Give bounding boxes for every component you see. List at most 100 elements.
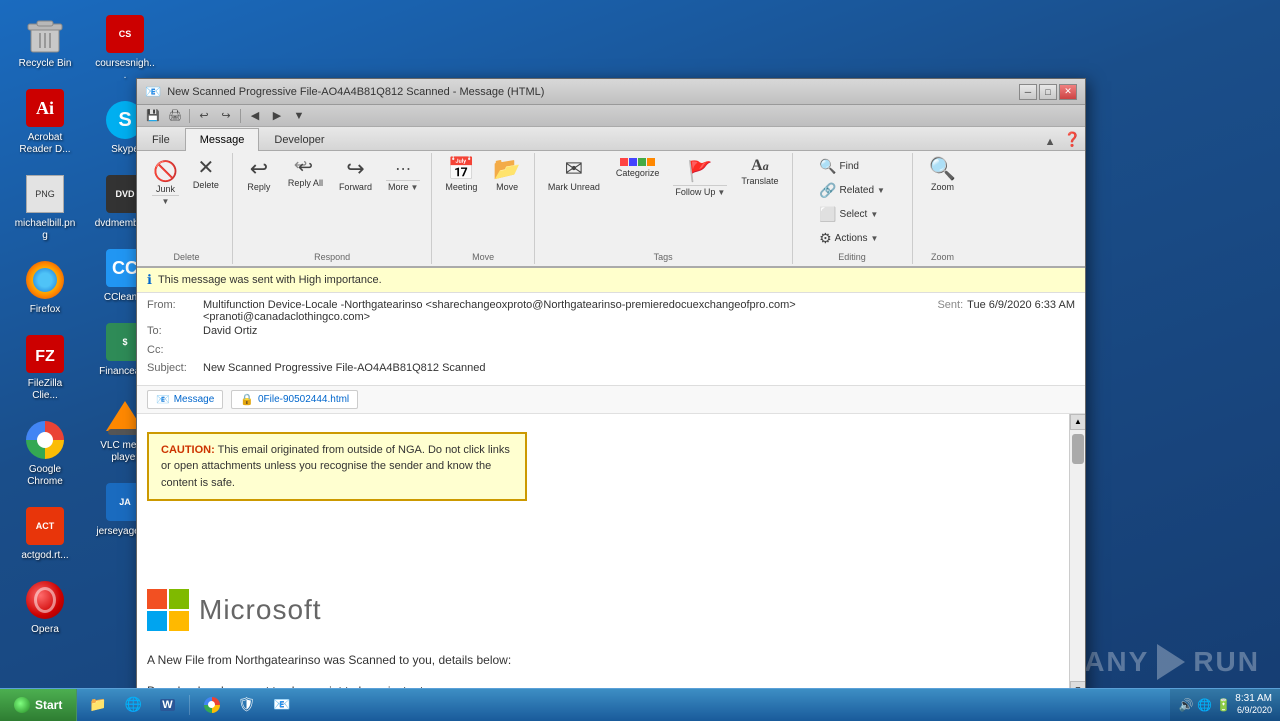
actions-button[interactable]: ⚙ Actions ▼	[814, 227, 890, 250]
nav-back-btn[interactable]: ◀	[245, 107, 265, 125]
taskbar-explorer[interactable]: 📁	[81, 692, 114, 718]
taskbar: Start 📁 🌐 W 🛡 📧	[0, 688, 1280, 720]
respond-group-content: ↩ Reply ↩ ↩ Reply All ↪ Forward	[239, 155, 425, 250]
recycle-bin-label: Recycle Bin	[19, 58, 72, 70]
reply-all-button[interactable]: ↩ ↩ Reply All	[281, 155, 330, 191]
mark-unread-button[interactable]: ✉ Mark Unread	[541, 155, 607, 195]
opera-icon[interactable]: Opera	[10, 576, 80, 640]
taskbar-security[interactable]: 🛡	[230, 692, 264, 718]
scroll-thumb[interactable]	[1072, 434, 1084, 464]
message-area: ℹ This message was sent with High import…	[137, 268, 1085, 697]
opera-label: Opera	[31, 624, 59, 636]
taskbar-outlook[interactable]: 📧	[265, 692, 298, 718]
recycle-bin-icon[interactable]: Recycle Bin	[10, 10, 80, 74]
tab-file[interactable]: File	[137, 128, 185, 151]
message-tab-icon: 📧	[156, 393, 170, 406]
tray-network-icon[interactable]: 🔊	[1178, 698, 1193, 712]
respond-group-label: Respond	[314, 252, 350, 262]
window-title: New Scanned Progressive File-AO4A4B81Q81…	[167, 86, 544, 98]
taskbar-items: 📁 🌐 W 🛡 📧	[77, 692, 1170, 718]
sent-value: Tue 6/9/2020 6:33 AM	[967, 299, 1075, 311]
tab-message[interactable]: Message	[185, 128, 260, 151]
ribbon-group-delete: 🚫 Junk ▼ ✕ Delete Delete	[141, 153, 233, 264]
ribbon-group-tags: ✉ Mark Unread Categorize	[535, 153, 793, 264]
caution-label: CAUTION:	[161, 444, 215, 456]
window-titlebar: 📧 New Scanned Progressive File-AO4A4B81Q…	[137, 79, 1085, 105]
subject-row: Subject: New Scanned Progressive File-AO…	[147, 360, 1075, 377]
sent-label: Sent:	[937, 299, 963, 311]
qa-separator	[189, 109, 190, 123]
scroll-up-btn[interactable]: ▲	[1070, 414, 1085, 430]
to-row: To: David Ortiz	[147, 323, 1075, 340]
anyrun-watermark: ANY RUN	[1084, 644, 1260, 680]
more-button[interactable]: ⋯ More ▼	[381, 155, 425, 196]
print-qa-btn[interactable]: 🖨	[165, 107, 185, 125]
skype-label: Skype	[111, 144, 139, 156]
ms-square-blue	[147, 611, 167, 631]
maximize-button[interactable]: □	[1039, 84, 1057, 100]
tray-wifi-icon[interactable]: 🌐	[1197, 698, 1212, 712]
collapse-ribbon-btn[interactable]: ▲	[1045, 136, 1056, 148]
ms-square-yellow	[169, 611, 189, 631]
delete-group-content: 🚫 Junk ▼ ✕ Delete	[147, 155, 226, 250]
related-button[interactable]: 🔗 Related ▼	[814, 179, 890, 202]
ribbon: 🚫 Junk ▼ ✕ Delete Delete ↩	[137, 151, 1085, 268]
redo-qa-btn[interactable]: ↪	[216, 107, 236, 125]
caution-box: CAUTION: This email originated from outs…	[147, 432, 527, 502]
help-btn[interactable]: ❓	[1064, 131, 1081, 148]
meeting-button[interactable]: 📅 Meeting	[438, 155, 484, 195]
outlook-taskbar-icon: 📧	[273, 696, 290, 713]
categorize-button[interactable]: Categorize	[609, 155, 667, 181]
acrobat-label: Acrobat Reader D...	[14, 132, 76, 156]
start-button[interactable]: Start	[0, 689, 77, 721]
editing-group-content: 🔍 Find 🔗 Related ▼ ⬜ Select ▼	[814, 155, 890, 250]
courses-icon[interactable]: CS coursesnigh...	[90, 10, 160, 86]
tab-developer[interactable]: Developer	[259, 128, 339, 151]
taskbar-ie[interactable]: 🌐	[117, 692, 150, 718]
reply-button[interactable]: ↩ Reply	[239, 155, 279, 195]
junk-button[interactable]: 🚫 Junk ▼	[147, 155, 184, 210]
select-button[interactable]: ⬜ Select ▼	[814, 203, 890, 226]
editing-group-label: Editing	[838, 252, 866, 262]
undo-qa-btn[interactable]: ↩	[194, 107, 214, 125]
firefox-label: Firefox	[30, 304, 61, 316]
actgod-icon[interactable]: ACT actgod.rt...	[10, 502, 80, 566]
tags-group-label: Tags	[654, 252, 673, 262]
start-orb-icon	[14, 697, 30, 713]
file-attachment-tab[interactable]: 🔒 0File-90502444.html	[231, 390, 358, 409]
follow-up-button[interactable]: 🚩 Follow Up ▼	[668, 155, 732, 201]
start-label: Start	[35, 698, 62, 712]
taskbar-word[interactable]: W	[152, 692, 182, 718]
vertical-scrollbar[interactable]: ▲ ▼	[1069, 414, 1085, 698]
nav-fwd-btn[interactable]: ▶	[267, 107, 287, 125]
cc-row: Cc:	[147, 342, 1075, 359]
email-headers: From: Multifunction Device-Locale -North…	[137, 293, 1085, 386]
minimize-button[interactable]: ─	[1019, 84, 1037, 100]
message-attachment-tab[interactable]: 📧 Message	[147, 390, 223, 409]
chrome-icon[interactable]: Google Chrome	[10, 416, 80, 492]
ms-grid-icon	[147, 589, 189, 631]
system-time: 8:31 AM 6/9/2020	[1235, 692, 1272, 717]
translate-button[interactable]: Aa Translate	[734, 155, 785, 189]
filezilla-icon[interactable]: FZ FileZilla Clie...	[10, 330, 80, 406]
tray-battery-icon[interactable]: 🔋	[1216, 698, 1231, 712]
zoom-button[interactable]: 🔍 Zoom	[922, 155, 963, 195]
subject-label: Subject:	[147, 360, 197, 377]
find-button[interactable]: 🔍 Find	[814, 155, 890, 178]
qa-dropdown-btn[interactable]: ▼	[289, 107, 309, 125]
zoom-group-label: Zoom	[931, 252, 954, 262]
save-qa-btn[interactable]: 💾	[143, 107, 163, 125]
taskbar-chrome[interactable]	[196, 692, 228, 718]
forward-button[interactable]: ↪ Forward	[332, 155, 379, 195]
subject-value: New Scanned Progressive File-AO4A4B81Q81…	[203, 360, 1075, 377]
acrobat-icon[interactable]: Ai Acrobat Reader D...	[10, 84, 80, 160]
microsoft-logo: Microsoft	[147, 589, 1059, 631]
michaelbill-icon[interactable]: PNG michaelbill.png	[10, 170, 80, 246]
chrome-label: Google Chrome	[14, 464, 76, 488]
move-button[interactable]: 📂 Move	[486, 155, 527, 195]
close-button[interactable]: ✕	[1059, 84, 1077, 100]
cc-label: Cc:	[147, 342, 197, 359]
firefox-icon[interactable]: Firefox	[10, 256, 80, 320]
delete-button[interactable]: ✕ Delete	[186, 155, 226, 193]
ribbon-tabs: File Message Developer ▲ ❓	[137, 127, 1085, 151]
